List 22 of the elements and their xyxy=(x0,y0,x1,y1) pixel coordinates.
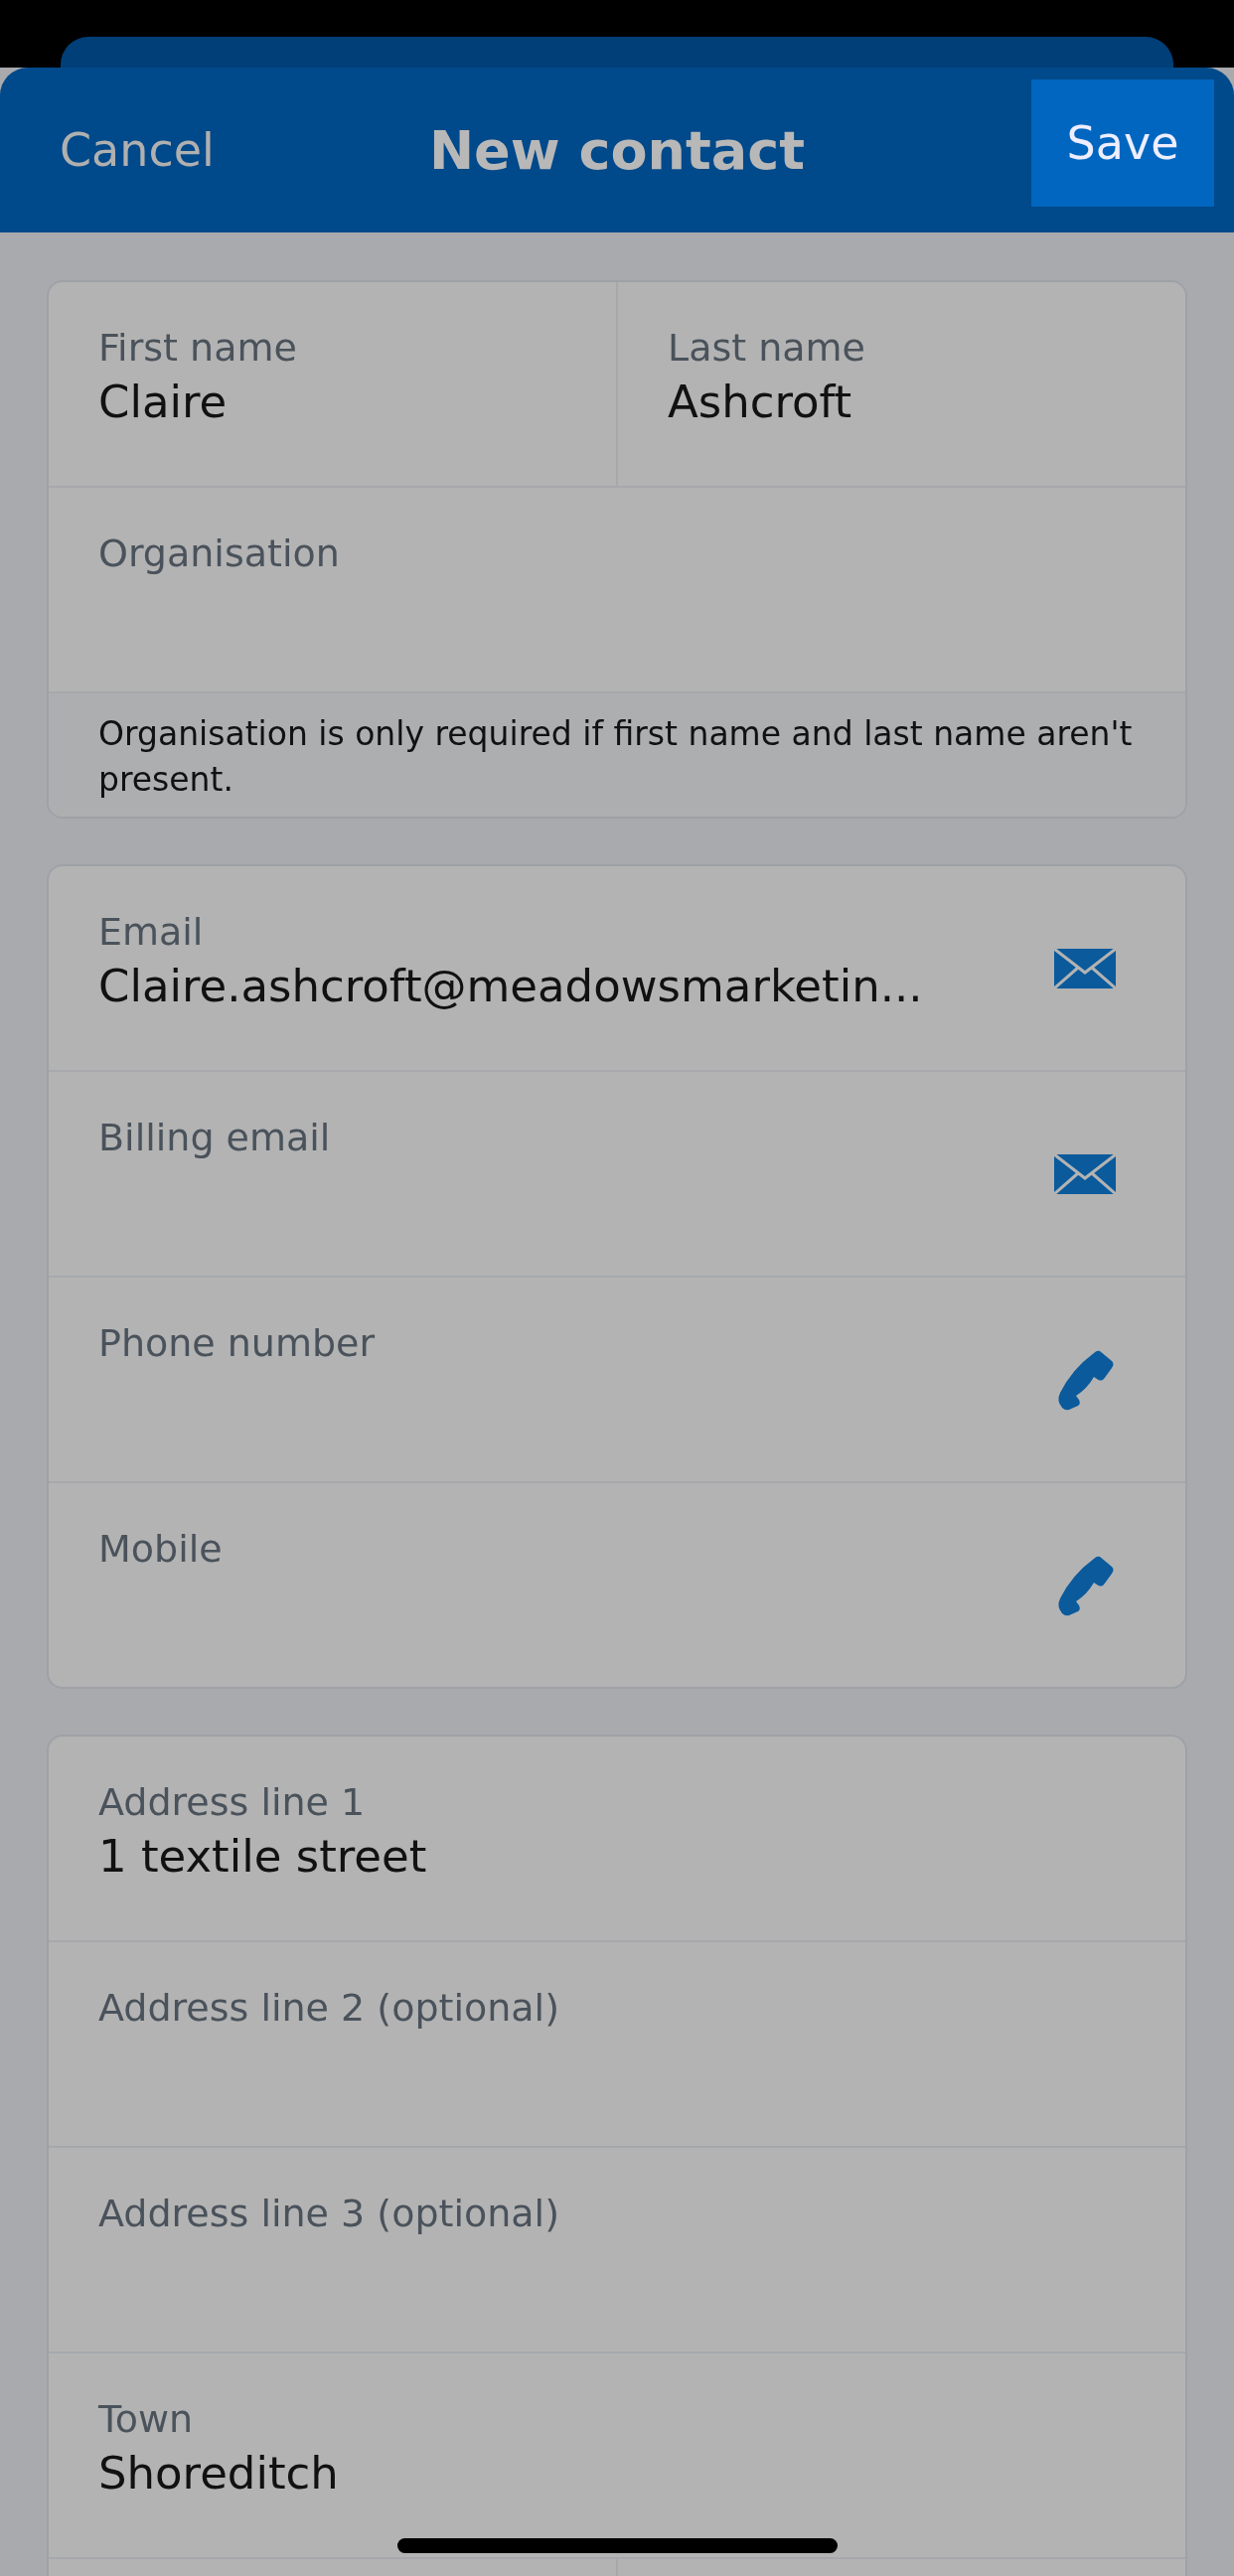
envelope-icon[interactable] xyxy=(1054,948,1116,988)
input-field[interactable]: 1 textile street xyxy=(98,1830,427,1884)
input-field[interactable]: Shoreditch xyxy=(98,2447,339,2500)
field-label: Last name xyxy=(668,326,865,370)
input-field[interactable]: Ashcroft xyxy=(668,376,852,428)
input-field[interactable]: Claire xyxy=(98,376,228,428)
screen-title: New contact xyxy=(428,118,806,182)
field-label: Town xyxy=(98,2397,194,2442)
field-label: Address line 1 xyxy=(98,1780,366,1825)
save-button[interactable]: Save xyxy=(1031,79,1214,207)
input-field[interactable]: Claire.ashcroft@meadowsmarketin... xyxy=(98,960,923,1013)
field-label: Mobile xyxy=(98,1527,223,1572)
hint-text: Organisation is only required if first name and last name aren't present. xyxy=(49,691,1185,818)
field-label: Phone number xyxy=(98,1321,376,1366)
field-label: Email xyxy=(98,910,204,955)
field-label: Organisation xyxy=(98,531,340,575)
field-label: Address line 3 (optional) xyxy=(98,2192,559,2236)
field-label: Address line 2 (optional) xyxy=(98,1986,559,2031)
cancel-button[interactable]: Cancel xyxy=(60,123,215,177)
envelope-icon[interactable] xyxy=(1054,1153,1116,1194)
field-label: First name xyxy=(98,326,297,370)
field-label: Billing email xyxy=(98,1116,331,1160)
